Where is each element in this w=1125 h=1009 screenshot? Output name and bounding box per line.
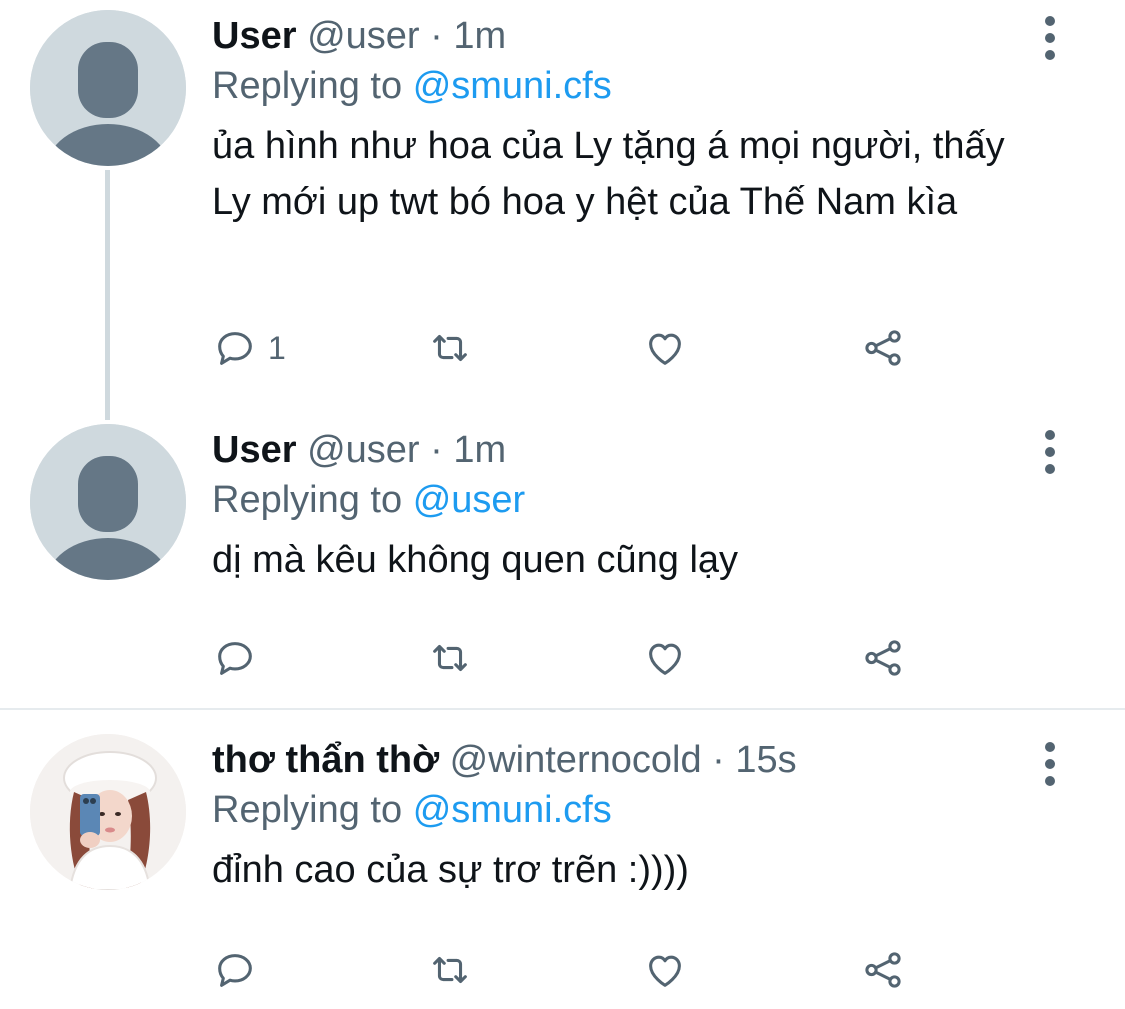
tweet[interactable]: User @user · 1m Replying to @user dị mà …	[0, 410, 1125, 708]
separator-dot: ·	[712, 739, 725, 781]
retweet-icon	[433, 644, 467, 672]
tweet-text: đỉnh cao của sự trơ trẽn :))))	[212, 849, 689, 891]
tweet-actions	[212, 946, 932, 994]
replying-to-line: Replying to @user	[212, 474, 1065, 526]
reply-button[interactable]	[212, 634, 258, 682]
retweet-button[interactable]	[427, 634, 473, 682]
more-options-icon[interactable]	[1043, 16, 1057, 60]
retweet-button[interactable]	[427, 946, 473, 994]
tweet[interactable]: User @user · 1m Replying to @smuni.cfs ủ…	[0, 0, 1125, 400]
mention-link[interactable]: @smuni.cfs	[413, 789, 612, 831]
reply-icon	[218, 332, 252, 365]
user-handle[interactable]: @user	[307, 429, 420, 471]
separator-dot: ·	[430, 429, 443, 471]
tweet-divider	[0, 708, 1125, 710]
tweet[interactable]: thơ thẩn thờ @winternocold · 15s Replyin…	[0, 720, 1125, 1009]
display-name[interactable]: User	[212, 429, 297, 471]
user-handle[interactable]: @winternocold	[450, 739, 702, 781]
like-icon	[649, 955, 681, 987]
share-icon	[865, 330, 901, 366]
like-button[interactable]	[642, 324, 688, 372]
tweet-text: ủa hình như hoa của Ly tặng á mọi người,…	[212, 125, 1005, 223]
tweet-header: User @user · 1m	[212, 426, 1065, 474]
tweet-text: dị mà kêu không quen cũng lạy	[212, 539, 739, 581]
reply-icon	[218, 642, 252, 675]
replying-to-line: Replying to @smuni.cfs	[212, 784, 1065, 836]
timestamp[interactable]: 1m	[453, 15, 506, 57]
replying-to-label: Replying to	[212, 789, 403, 831]
share-button[interactable]	[860, 324, 906, 372]
reply-button[interactable]	[212, 946, 258, 994]
default-avatar-icon	[30, 424, 186, 580]
replying-to-label: Replying to	[212, 65, 403, 107]
avatar[interactable]	[30, 734, 186, 890]
replying-to-label: Replying to	[212, 479, 403, 521]
mention-link[interactable]: @smuni.cfs	[413, 65, 612, 107]
timestamp[interactable]: 15s	[735, 739, 796, 781]
like-icon	[649, 333, 681, 365]
reply-button[interactable]: 1	[212, 324, 286, 372]
timestamp[interactable]: 1m	[453, 429, 506, 471]
tweet-header: thơ thẩn thờ @winternocold · 15s	[212, 736, 1065, 784]
share-icon	[865, 952, 901, 988]
tweet-actions	[212, 634, 932, 682]
share-button[interactable]	[860, 634, 906, 682]
tweet-actions: 1	[212, 324, 932, 372]
like-button[interactable]	[642, 634, 688, 682]
retweet-button[interactable]	[427, 324, 473, 372]
replying-to-line: Replying to @smuni.cfs	[212, 60, 1065, 112]
retweet-icon	[433, 334, 467, 362]
tweet-header: User @user · 1m	[212, 12, 1065, 60]
share-icon	[865, 640, 901, 676]
retweet-icon	[433, 956, 467, 984]
user-handle[interactable]: @user	[307, 15, 420, 57]
display-name[interactable]: thơ thẩn thờ	[212, 739, 439, 781]
mention-link[interactable]: @user	[413, 479, 526, 521]
like-icon	[649, 643, 681, 675]
default-avatar-icon	[30, 10, 186, 166]
reply-count: 1	[268, 329, 286, 366]
like-button[interactable]	[642, 946, 688, 994]
reply-icon	[218, 954, 252, 987]
share-button[interactable]	[860, 946, 906, 994]
avatar[interactable]	[30, 10, 186, 166]
more-options-icon[interactable]	[1043, 430, 1057, 474]
avatar[interactable]	[30, 424, 186, 580]
display-name[interactable]: User	[212, 15, 297, 57]
more-options-icon[interactable]	[1043, 742, 1057, 786]
profile-photo-avatar	[30, 734, 186, 890]
separator-dot: ·	[430, 15, 443, 57]
